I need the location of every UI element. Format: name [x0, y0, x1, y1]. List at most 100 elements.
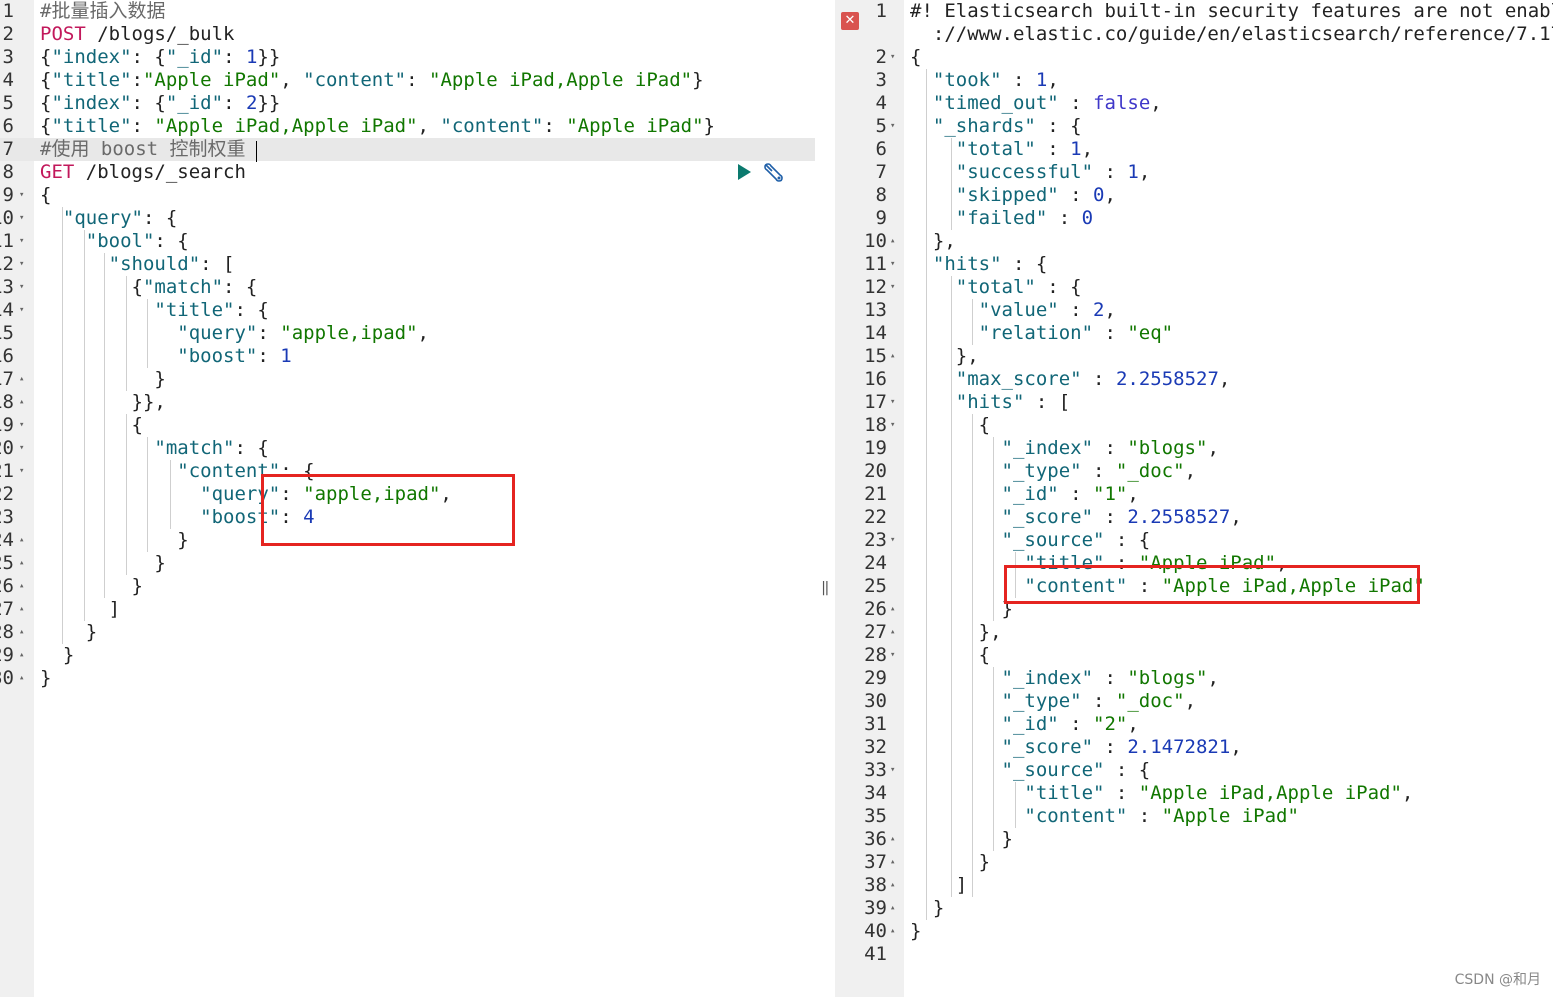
code-line[interactable]: 3 {"index": {"_id": 1}}: [0, 46, 815, 69]
code-line[interactable]: 9 ▾ {: [0, 184, 815, 207]
fold-collapse-icon[interactable]: ▾: [19, 460, 24, 483]
code-text[interactable]: GET /blogs/_search: [40, 161, 246, 184]
code-line: 5 ▾ "_shards" : {: [835, 115, 1553, 138]
code-text[interactable]: }},: [40, 391, 166, 414]
code-line[interactable]: 28▴ }: [0, 621, 815, 644]
code-text[interactable]: #批量插入数据: [40, 0, 165, 23]
code-text[interactable]: {"title": "Apple iPad,Apple iPad", "cont…: [40, 115, 715, 138]
code-line[interactable]: 14▾ "title": {: [0, 299, 815, 322]
code-text[interactable]: }: [40, 621, 97, 644]
fold-collapse-icon[interactable]: ▾: [19, 253, 24, 276]
code-text: "skipped" : 0,: [910, 184, 1116, 207]
code-text[interactable]: "should": [: [40, 253, 235, 276]
fold-expand-icon[interactable]: ▴: [19, 621, 24, 644]
code-text[interactable]: "query": "apple,ipad",: [40, 322, 429, 345]
code-text[interactable]: "boost": 1: [40, 345, 291, 368]
fold-collapse-icon[interactable]: ▾: [19, 207, 24, 230]
code-text[interactable]: POST /blogs/_bulk: [40, 23, 234, 46]
code-line[interactable]: 4 {"title":"Apple iPad", "content": "Appl…: [0, 69, 815, 92]
code-line[interactable]: 6 {"title": "Apple iPad,Apple iPad", "con…: [0, 115, 815, 138]
code-text[interactable]: {"index": {"_id": 1}}: [40, 46, 280, 69]
code-line[interactable]: 7 #使用 boost 控制权重: [0, 138, 815, 161]
code-text[interactable]: }: [40, 644, 74, 667]
fold-collapse-icon[interactable]: ▾: [890, 276, 895, 299]
code-text[interactable]: {"match": {: [40, 276, 258, 299]
code-line[interactable]: 29▴ }: [0, 644, 815, 667]
fold-expand-icon[interactable]: ▴: [19, 529, 24, 552]
fold-expand-icon[interactable]: ▴: [890, 897, 895, 920]
fold-expand-icon[interactable]: ▴: [890, 874, 895, 897]
code-text[interactable]: {: [40, 414, 143, 437]
fold-collapse-icon[interactable]: ▾: [890, 253, 895, 276]
code-text: "_type" : "_doc",: [910, 460, 1197, 483]
code-text[interactable]: "query": {: [40, 207, 177, 230]
pane-splitter[interactable]: [815, 0, 835, 997]
code-line[interactable]: 1 #批量插入数据: [0, 0, 815, 23]
code-line[interactable]: 2 POST /blogs/_bulk: [0, 23, 815, 46]
fold-expand-icon[interactable]: ▴: [890, 828, 895, 851]
fold-collapse-icon[interactable]: ▾: [19, 437, 24, 460]
code-line[interactable]: 12▾ "should": [: [0, 253, 815, 276]
fold-expand-icon[interactable]: ▴: [19, 368, 24, 391]
fold-collapse-icon[interactable]: ▾: [890, 644, 895, 667]
code-line[interactable]: 20▾ "match": {: [0, 437, 815, 460]
code-text[interactable]: }: [40, 552, 165, 575]
play-icon[interactable]: [738, 164, 751, 180]
code-line[interactable]: 10▾ "query": {: [0, 207, 815, 230]
code-token: "hits": [955, 391, 1025, 413]
wrench-icon[interactable]: [762, 161, 788, 185]
code-text[interactable]: "title": {: [40, 299, 268, 322]
code-line[interactable]: 13▾ {"match": {: [0, 276, 815, 299]
code-line[interactable]: 5 {"index": {"_id": 2}}: [0, 92, 815, 115]
code-line[interactable]: 25▴ }: [0, 552, 815, 575]
code-line[interactable]: 15 "query": "apple,ipad",: [0, 322, 815, 345]
fold-collapse-icon[interactable]: ▾: [890, 46, 895, 69]
fold-collapse-icon[interactable]: ▾: [19, 184, 24, 207]
fold-collapse-icon[interactable]: ▾: [19, 299, 24, 322]
fold-expand-icon[interactable]: ▴: [890, 851, 895, 874]
code-line[interactable]: 26▴ }: [0, 575, 815, 598]
fold-expand-icon[interactable]: ▴: [890, 920, 895, 943]
code-text[interactable]: "match": {: [40, 437, 268, 460]
code-text[interactable]: }: [40, 667, 51, 690]
code-text[interactable]: {: [40, 184, 51, 207]
code-line[interactable]: 19▾ {: [0, 414, 815, 437]
code-line[interactable]: 30▴}: [0, 667, 815, 690]
code-line: 38 ▴ ]: [835, 874, 1553, 897]
fold-expand-icon[interactable]: ▴: [890, 621, 895, 644]
code-line[interactable]: 27▴ ]: [0, 598, 815, 621]
fold-collapse-icon[interactable]: ▾: [19, 230, 24, 253]
fold-expand-icon[interactable]: ▴: [890, 230, 895, 253]
fold-collapse-icon[interactable]: ▾: [19, 276, 24, 299]
code-line[interactable]: 11▾ "bool": {: [0, 230, 815, 253]
code-text[interactable]: {"index": {"_id": 2}}: [40, 92, 280, 115]
fold-collapse-icon[interactable]: ▾: [890, 529, 895, 552]
code-line: 9 "failed" : 0: [835, 207, 1553, 230]
fold-collapse-icon[interactable]: ▾: [19, 414, 24, 437]
close-icon[interactable]: ✕: [841, 12, 859, 30]
fold-expand-icon[interactable]: ▴: [890, 345, 895, 368]
fold-expand-icon[interactable]: ▴: [19, 598, 24, 621]
fold-expand-icon[interactable]: ▴: [19, 391, 24, 414]
code-line[interactable]: 8 GET /blogs/_search: [0, 161, 815, 184]
code-text[interactable]: ]: [40, 598, 120, 621]
fold-expand-icon[interactable]: ▴: [19, 575, 24, 598]
code-text[interactable]: {"title":"Apple iPad", "content": "Apple…: [40, 69, 704, 92]
line-number: 12: [864, 276, 887, 298]
fold-collapse-icon[interactable]: ▾: [890, 115, 895, 138]
code-text[interactable]: #使用 boost 控制权重: [40, 138, 246, 161]
code-line[interactable]: 16 "boost": 1: [0, 345, 815, 368]
fold-collapse-icon[interactable]: ▾: [890, 391, 895, 414]
code-line[interactable]: 18▴ }},: [0, 391, 815, 414]
code-text[interactable]: }: [40, 368, 165, 391]
fold-expand-icon[interactable]: ▴: [890, 598, 895, 621]
fold-collapse-icon[interactable]: ▾: [890, 414, 895, 437]
line-number: 37: [864, 851, 887, 873]
fold-collapse-icon[interactable]: ▾: [890, 759, 895, 782]
fold-expand-icon[interactable]: ▴: [19, 667, 24, 690]
drag-handle-icon[interactable]: ‖: [821, 578, 829, 598]
fold-expand-icon[interactable]: ▴: [19, 552, 24, 575]
code-text[interactable]: }: [40, 575, 143, 598]
fold-expand-icon[interactable]: ▴: [19, 644, 24, 667]
code-line[interactable]: 17▴ }: [0, 368, 815, 391]
